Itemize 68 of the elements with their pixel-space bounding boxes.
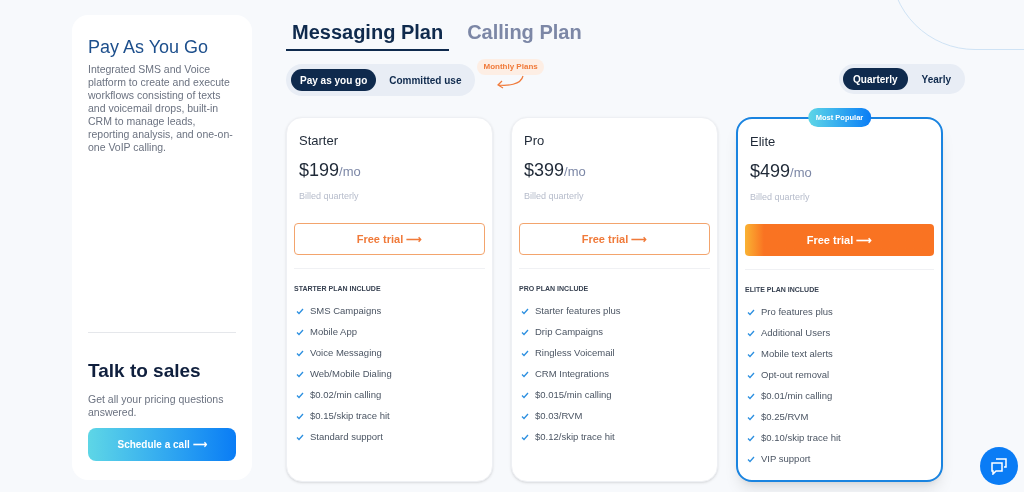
sales-title: Talk to sales xyxy=(88,358,202,383)
toggle-option[interactable]: Committed use xyxy=(380,69,471,91)
plan-price: $399 xyxy=(524,158,565,182)
check-icon xyxy=(747,329,755,337)
check-icon xyxy=(296,328,304,336)
check-icon xyxy=(747,308,755,316)
feature-text: Starter features plus xyxy=(535,303,621,318)
check-icon xyxy=(296,370,304,378)
feature-text: SMS Campaigns xyxy=(310,303,382,318)
check-icon xyxy=(747,413,755,421)
feature-text: $0.01/min calling xyxy=(761,388,833,403)
check-icon xyxy=(521,433,529,441)
price-unit: /mo xyxy=(564,162,586,181)
feature-text: $0.15/skip trace hit xyxy=(310,408,390,423)
feature-text: Mobile App xyxy=(310,324,357,339)
check-icon xyxy=(747,371,755,379)
toggle-option[interactable]: Pay as you go xyxy=(291,69,377,91)
check-icon xyxy=(296,412,304,420)
feature-text: $0.10/skip trace hit xyxy=(761,430,841,445)
check-icon xyxy=(521,307,529,315)
plan-price: $199 xyxy=(299,158,340,182)
billing-note: Billed quarterly xyxy=(299,189,360,203)
check-icon xyxy=(521,328,529,336)
intro-title: Pay As You Go xyxy=(88,36,210,59)
billing-note: Billed quarterly xyxy=(750,190,811,204)
check-icon xyxy=(747,455,755,463)
feature-text: Opt-out removal xyxy=(761,367,830,382)
plan-name: Pro xyxy=(524,132,546,150)
check-icon xyxy=(521,370,529,378)
check-icon xyxy=(747,350,755,358)
monthly-plans-note: Monthly Plans xyxy=(477,59,544,75)
feature-text: Ringless Voicemail xyxy=(535,345,615,360)
check-icon xyxy=(296,391,304,399)
plan-name: Starter xyxy=(299,132,339,150)
check-icon xyxy=(521,391,529,399)
feature-text: $0.12/skip trace hit xyxy=(535,429,615,444)
chat-button[interactable] xyxy=(980,447,1018,485)
feature-text: Standard support xyxy=(310,429,383,444)
price-unit: /mo xyxy=(790,163,812,182)
feature-text: VIP support xyxy=(761,451,811,466)
toggle-option[interactable]: Yearly xyxy=(911,68,961,90)
feature-text: Mobile text alerts xyxy=(761,346,833,361)
feature-text: CRM Integrations xyxy=(535,366,609,381)
billing-note: Billed quarterly xyxy=(524,189,585,203)
check-icon xyxy=(296,433,304,441)
feature-text: Additional Users xyxy=(761,325,831,340)
toggle-option[interactable]: Quarterly xyxy=(843,68,908,90)
feature-text: Pro features plus xyxy=(761,304,833,319)
check-icon xyxy=(521,412,529,420)
check-icon xyxy=(521,349,529,357)
feature-text: $0.25/RVM xyxy=(761,409,809,424)
feature-text: Voice Messaging xyxy=(310,345,382,360)
sales-text: Get all your pricing questions answered. xyxy=(88,393,225,419)
check-icon xyxy=(296,307,304,315)
feature-text: $0.015/min calling xyxy=(535,387,612,402)
check-icon xyxy=(747,434,755,442)
feature-text: $0.02/min calling xyxy=(310,387,382,402)
chat-icon xyxy=(990,457,1008,475)
intro-description: Integrated SMS and Voice platform to create and execute workflows consisting of texts and voicemail drops, built-in CRM to manage leads, reporting analysis, and one-on-one VoIP calling. xyxy=(88,63,234,154)
feature-text: Drip Campaigns xyxy=(535,324,604,339)
check-icon xyxy=(747,392,755,400)
check-icon xyxy=(296,349,304,357)
feature-text: $0.03/RVM xyxy=(535,408,583,423)
plan-price: $499 xyxy=(750,159,791,183)
plan-tab[interactable]: Messaging Plan xyxy=(286,17,450,51)
price-unit: /mo xyxy=(339,162,361,181)
plan-name: Elite xyxy=(750,133,777,151)
feature-text: Web/Mobile Dialing xyxy=(310,366,392,381)
